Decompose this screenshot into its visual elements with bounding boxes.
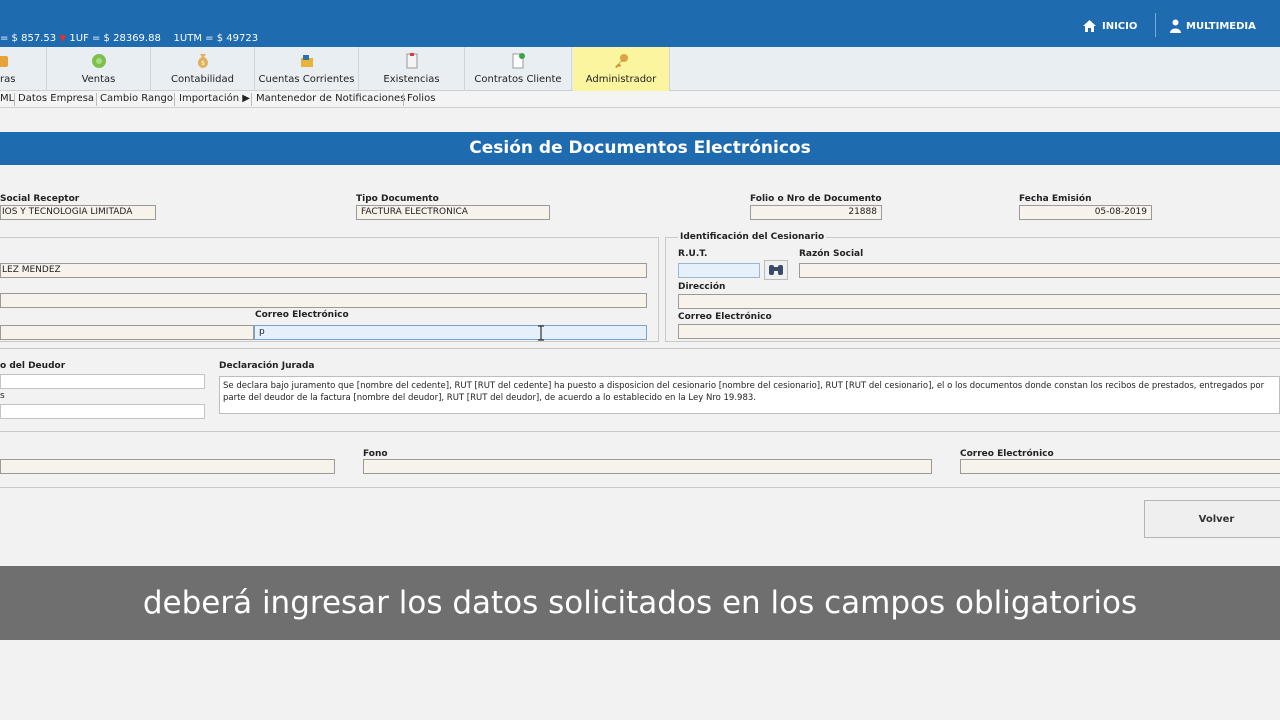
cesionario-direccion-field[interactable] [678,294,1280,309]
section-divider [0,348,1280,349]
nav-divider [1155,13,1156,37]
submenu-item-notificaciones[interactable]: Mantenedor de Notificaciones [256,93,405,104]
dolar-indicator: = $ 857.53 [0,33,57,44]
nav-multimedia[interactable]: MULTIMEDIA [1170,14,1256,38]
submenu-item-ml[interactable]: ML [0,93,14,104]
home-icon [1083,20,1096,32]
top-bar: = $ 857.53 ▼ 1UF = $ 28369.88 1UTM = $ 4… [0,0,1280,47]
text-cursor-icon [538,325,544,341]
cesionario-rut-label: R.U.T. [678,249,708,259]
cesionario-legend: Identificación del Cesionario [678,232,827,242]
module-existencias[interactable]: Existencias [359,47,465,91]
module-compras[interactable]: ras [0,47,47,91]
cedente-correo-field[interactable]: p [254,325,647,340]
submenu-item-datos-empresa[interactable]: Datos Empresa [18,93,94,104]
submenu-divider [403,93,404,106]
cesionario-correo-field[interactable] [678,324,1280,339]
submenu-item-folios[interactable]: Folios [407,93,435,104]
video-caption: deberá ingresar los datos solicitados en… [142,585,1138,621]
module-ventas[interactable]: Ventas [47,47,151,91]
tipo-documento-label: Tipo Documento [356,194,439,204]
section-divider [0,487,1280,488]
module-bar: ras Ventas $ Contabilidad Cuentas Corrie… [0,47,1280,91]
cedente-fono-field[interactable] [0,325,254,340]
key-icon [615,54,628,68]
cesionario-razon-field[interactable] [799,263,1280,278]
fecha-emision-field[interactable]: 05-08-2019 [1019,205,1152,220]
submenu-divider [96,93,97,106]
binoculars-icon [769,265,783,275]
uf-indicator: 1UF = $ 28369.88 [69,33,161,44]
contacto-nombre-field[interactable] [0,459,335,474]
economic-indicators: = $ 857.53 ▼ 1UF = $ 28369.88 1UTM = $ 4… [0,33,258,44]
contract-icon [512,53,525,69]
accounts-icon [300,55,313,67]
folio-field[interactable]: 21888 [750,205,882,220]
down-arrow-icon: ▼ [59,34,67,44]
razon-social-receptor-field[interactable]: IOS Y TECNOLOGIA LIMITADA [0,205,156,220]
svg-text:$: $ [201,60,205,67]
contacto-correo-label: Correo Electrónico [960,449,1054,459]
module-contratos-cliente[interactable]: Contratos Cliente [465,47,572,91]
purchase-icon [0,56,8,67]
submenu-divider [251,93,252,106]
money-bag-icon: $ [197,54,208,68]
submenu-item-importacion[interactable]: Importación ▶ [179,93,250,104]
nav-inicio[interactable]: INICIO [1082,14,1137,38]
cesionario-razon-label: Razón Social [799,249,864,259]
submenu-divider [14,93,15,106]
cesionario-direccion-label: Dirección [678,282,726,292]
search-rut-button[interactable] [764,260,788,280]
submenu-item-cambio-rango[interactable]: Cambio Rango [100,93,173,104]
cesionario-correo-label: Correo Electrónico [678,312,772,322]
section-divider [0,431,1280,432]
user-icon [1170,19,1181,33]
cedente-correo-label: Correo Electrónico [255,310,349,320]
nav-multimedia-label: MULTIMEDIA [1186,20,1256,32]
deudor-field[interactable] [0,374,205,389]
cesionario-rut-field[interactable] [678,263,760,278]
utm-indicator: 1UTM = $ 49723 [173,33,259,44]
sales-icon [91,54,106,68]
tipo-documento-field[interactable]: FACTURA ELECTRONICA [356,205,550,220]
deudor-label: o del Deudor [0,361,66,371]
module-contabilidad[interactable]: $ Contabilidad [151,47,255,91]
module-cuentas-corrientes[interactable]: Cuentas Corrientes [255,47,359,91]
fecha-emision-label: Fecha Emisión [1019,194,1092,204]
deudor-second-label: s [0,391,5,401]
declaracion-label: Declaración Jurada [219,361,315,371]
fono-label: Fono [363,449,388,459]
razon-social-receptor-label: Social Receptor [0,194,80,204]
nav-inicio-label: INICIO [1102,20,1138,32]
deudor-rut-field[interactable] [0,404,205,419]
cedente-direccion-field[interactable] [0,293,647,308]
contacto-correo-field[interactable] [960,459,1280,474]
cedente-nombre-field[interactable]: LEZ MENDEZ [0,263,647,278]
declaracion-jurada-text[interactable]: Se declara bajo juramento que [nombre de… [219,376,1280,414]
fono-field[interactable] [363,459,932,474]
module-administrador[interactable]: Administrador [573,47,670,91]
volver-button[interactable]: Volver [1144,500,1280,538]
submenu-divider [174,93,175,106]
folio-label: Folio o Nro de Documento [750,194,882,204]
page-title: Cesión de Documentos Electrónicos [0,132,1280,165]
admin-submenu: ML Datos Empresa Cambio Rango Importació… [0,91,1280,108]
clipboard-icon [406,53,417,69]
